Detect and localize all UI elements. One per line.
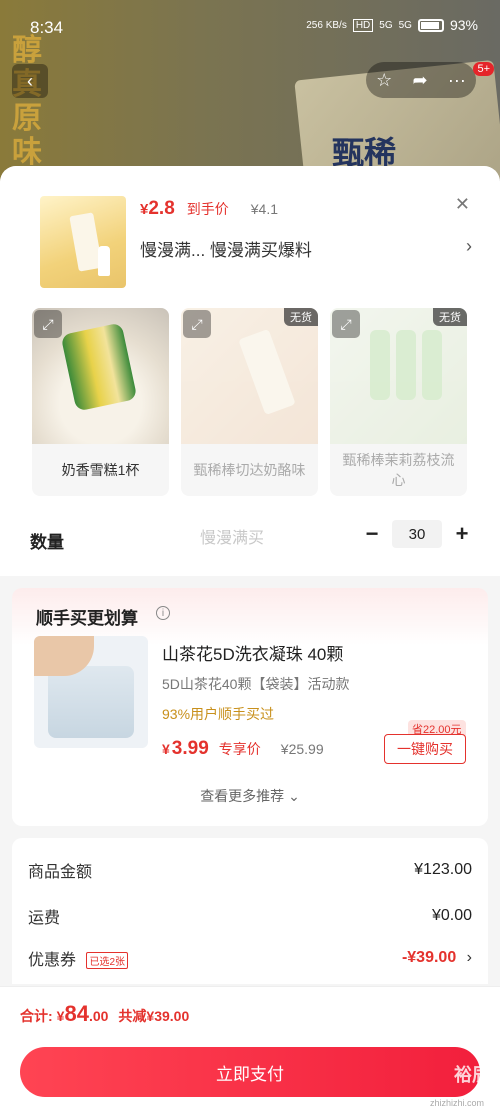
plus-button[interactable]: + xyxy=(452,521,472,547)
signal-icon: 5G xyxy=(379,19,393,31)
ghost-text: 慢漫满买 xyxy=(200,530,265,547)
out-of-stock-badge: 无货 xyxy=(433,308,467,326)
ice-bar-image xyxy=(370,330,390,400)
status-time: 8:34 xyxy=(30,18,64,37)
ice-bar-image xyxy=(238,328,296,416)
recommended-product-spec: 5D山茶花40颗【袋装】活动款 xyxy=(162,676,350,692)
price-tag: 到手价 xyxy=(186,201,229,217)
recommended-product-name[interactable]: 山茶花5D洗衣凝珠 40颗 xyxy=(162,640,343,665)
summary-label: 运费 xyxy=(28,910,61,927)
recommended-price-row: ¥ 3.99 专享价 ¥25.99 xyxy=(162,738,324,760)
price-currency: ¥ xyxy=(140,201,149,218)
more-icon[interactable]: ··· xyxy=(448,70,466,91)
variant-option-3[interactable]: ⤢ 无货 甄稀棒茉莉荔枝流心 xyxy=(330,308,467,496)
status-bar: 8:34 256 KB/s HD 5G 5G 93% xyxy=(0,0,500,56)
variant-label: 奶香雪糕1杯 xyxy=(61,462,140,478)
product-options-card: ¥ 2.8 到手价 ¥4.1 ✕ 慢漫满... 慢漫满买爆料 › ⤢ 奶香雪糕1… xyxy=(0,166,500,576)
see-more-recommendations[interactable]: 查看更多推荐 ⌄ xyxy=(12,786,488,806)
selected-product-thumbnail xyxy=(40,196,126,288)
total-amount: 84 xyxy=(64,1001,89,1026)
summary-row-shipping: 运费 ¥0.00 xyxy=(28,904,472,928)
recommended-product-image[interactable] xyxy=(34,636,148,748)
battery-icon xyxy=(417,18,444,32)
variant-option-2[interactable]: ⤢ 无货 甄稀棒切达奶酪味 xyxy=(181,308,318,496)
total-row: 合计: ¥ 84 .00 共减¥39.00 xyxy=(20,1001,189,1027)
order-summary-card: 商品金额 ¥123.00 运费 ¥0.00 优惠券 已选2张 -¥39.00 › xyxy=(12,838,488,984)
total-decimal: .00 xyxy=(88,1008,109,1024)
total-label: 合计: xyxy=(20,1008,53,1024)
watermark-url: zhizhizhi.com xyxy=(429,1098,484,1108)
variant-list: ⤢ 奶香雪糕1杯 ⤢ 无货 甄稀棒切达奶酪味 ⤢ 无货 甄稀棒茉莉荔枝流心 xyxy=(32,308,467,496)
purchase-sheet: ¥ 2.8 到手价 ¥4.1 ✕ 慢漫满... 慢漫满买爆料 › ⤢ 奶香雪糕1… xyxy=(0,166,500,1112)
total-currency: ¥ xyxy=(56,1008,65,1024)
price-tag: 专享价 xyxy=(218,741,261,757)
star-icon[interactable]: ☆ xyxy=(376,70,392,91)
summary-value: ¥0.00 xyxy=(431,907,472,924)
summary-label: 优惠券 xyxy=(28,952,77,969)
summary-value: ¥123.00 xyxy=(414,861,472,878)
variant-option-1[interactable]: ⤢ 奶香雪糕1杯 xyxy=(32,308,169,496)
milk-bottle-image xyxy=(98,246,110,276)
ice-bar-image xyxy=(422,330,442,400)
ice-bar-image xyxy=(396,330,416,400)
variant-label: 甄稀棒切达奶酪味 xyxy=(193,462,306,478)
status-icons: 256 KB/s HD 5G 5G 93% xyxy=(306,17,478,33)
one-click-buy-button[interactable]: 一键购买 xyxy=(384,734,466,764)
recommendation-card: 顺手买更划算 i 山茶花5D洗衣凝珠 40颗 5D山茶花40颗【袋装】活动款 9… xyxy=(12,588,488,826)
variant-label: 甄稀棒茉莉荔枝流心 xyxy=(342,452,455,488)
expand-icon[interactable]: ⤢ xyxy=(34,310,62,338)
hd-icon: HD xyxy=(352,18,374,32)
cart-badge: 5+ xyxy=(473,62,494,76)
cup-image xyxy=(60,322,138,412)
summary-row-coupon[interactable]: 优惠券 已选2张 -¥39.00 › xyxy=(28,946,472,970)
top-actions: ☆ ➦ ··· xyxy=(366,62,476,98)
expand-icon[interactable]: ⤢ xyxy=(183,310,211,338)
coupon-discount-value: -¥39.00 xyxy=(401,949,457,966)
network-speed: 256 KB/s xyxy=(306,19,347,31)
chevron-right-icon[interactable]: › xyxy=(466,236,472,257)
coupon-selected-tag: 已选2张 xyxy=(86,952,129,970)
battery-level: 93% xyxy=(449,17,478,33)
out-of-stock-badge: 无货 xyxy=(284,308,318,326)
chevron-right-icon[interactable]: › xyxy=(467,949,472,966)
pay-now-button[interactable]: 立即支付 xyxy=(20,1047,480,1097)
expand-icon[interactable]: ⤢ xyxy=(332,310,360,338)
quantity-input[interactable]: 30 xyxy=(392,520,442,548)
back-button[interactable]: ‹ xyxy=(12,64,48,98)
summary-label: 商品金额 xyxy=(28,864,93,881)
minus-button[interactable]: − xyxy=(362,521,382,547)
share-icon[interactable]: ➦ xyxy=(413,70,428,91)
quantity-stepper: − 30 + xyxy=(362,520,472,548)
original-price: ¥4.1 xyxy=(250,201,279,217)
chevron-left-icon: ‹ xyxy=(27,70,33,91)
purchase-stat: 93%用户顺手买过 xyxy=(162,706,275,722)
checkout-footer: 合计: ¥ 84 .00 共减¥39.00 立即支付 裕辰 zhizhizhi.… xyxy=(0,986,500,1112)
signal-icon-2: 5G xyxy=(398,19,412,31)
original-price: ¥25.99 xyxy=(280,741,324,757)
summary-row-subtotal: 商品金额 ¥123.00 xyxy=(28,858,472,882)
price-value: 2.8 xyxy=(148,198,175,219)
tub-image xyxy=(48,666,134,738)
close-icon[interactable]: ✕ xyxy=(455,194,470,215)
info-icon[interactable]: i xyxy=(156,606,170,620)
recommendation-title: 顺手买更划算 xyxy=(36,609,138,628)
watermark: 裕辰 xyxy=(454,1065,490,1085)
price-value: 3.99 xyxy=(171,738,209,759)
price-row: ¥ 2.8 到手价 ¥4.1 xyxy=(140,198,278,220)
total-saved: 共减¥39.00 xyxy=(118,1008,190,1024)
quantity-label: 数量 xyxy=(30,533,64,552)
price-currency: ¥ xyxy=(162,741,170,757)
promo-text[interactable]: 慢漫满... 慢漫满买爆料 xyxy=(140,236,312,261)
